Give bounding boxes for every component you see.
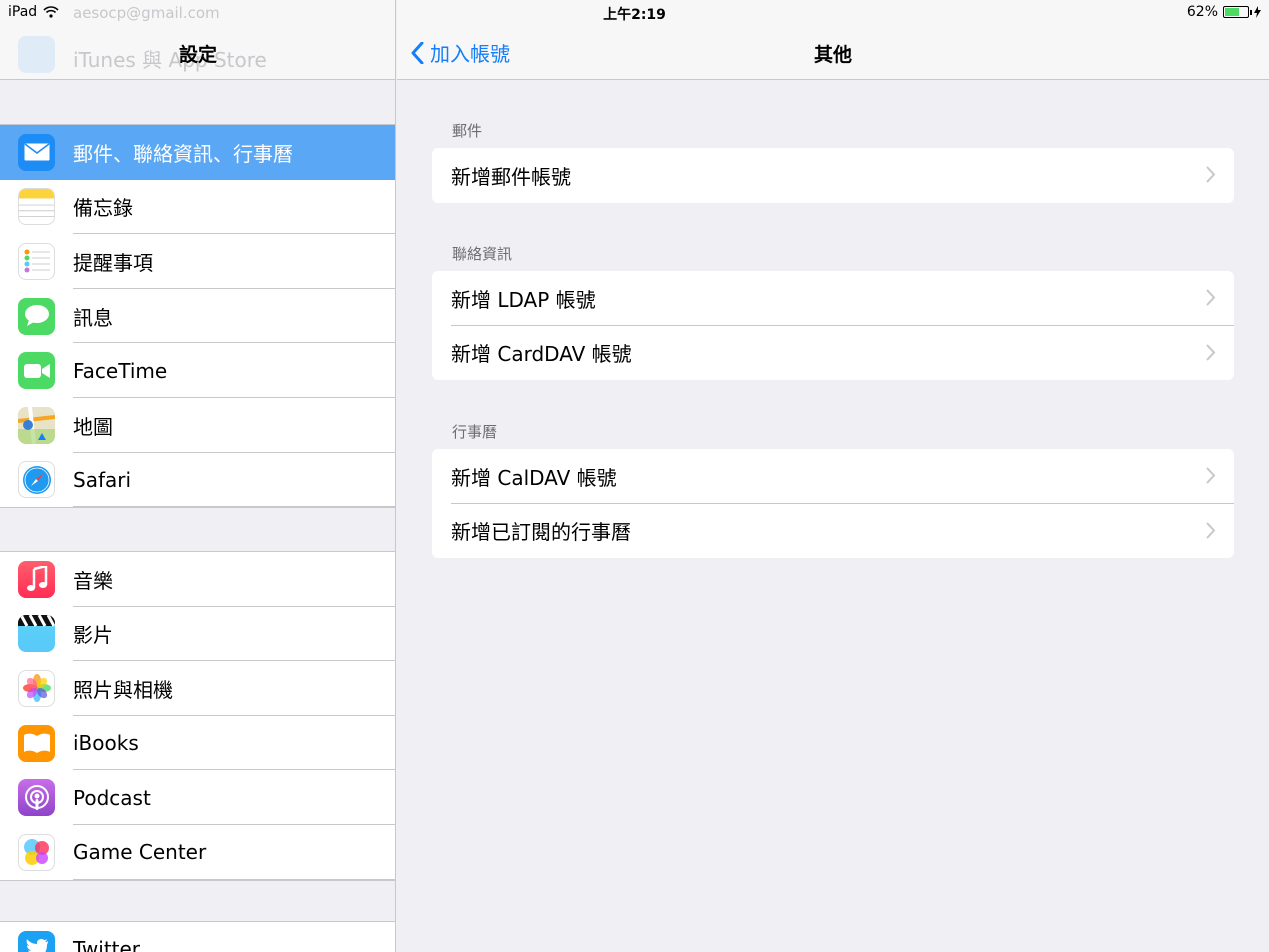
mail-icon: [18, 133, 55, 171]
sidebar-item-label: Podcast: [73, 785, 151, 810]
sidebar-item-label: 音樂: [73, 568, 113, 593]
sidebar-item-label: Game Center: [73, 840, 207, 865]
sidebar-item-label: 照片與相機: [73, 677, 173, 702]
sidebar-item-podcast[interactable]: Podcast: [0, 770, 395, 825]
sidebar-item-label: Twitter: [73, 937, 141, 952]
chevron-right-icon: [1206, 521, 1216, 539]
sidebar-item-game-center[interactable]: Game Center: [0, 825, 395, 880]
sidebar-item-label: 備忘錄: [73, 196, 133, 221]
calendar-section-card: 新增 CalDAV 帳號 新增已訂閱的行事曆: [432, 449, 1234, 558]
messages-icon: [18, 297, 55, 335]
add-mail-account-row[interactable]: 新增郵件帳號: [432, 148, 1234, 203]
row-label: 新增 CardDAV 帳號: [451, 342, 632, 367]
mail-section-card: 新增郵件帳號: [432, 148, 1234, 203]
sidebar-item-label: Safari: [73, 467, 132, 492]
add-subscribed-calendar-row[interactable]: 新增已訂閱的行事曆: [432, 504, 1234, 559]
status-time: 上午2:19: [603, 7, 666, 23]
settings-sidebar: aesocp@gmail.com iTunes 與 App Store 設定 郵…: [0, 0, 396, 952]
safari-icon: [18, 461, 55, 499]
ibooks-icon: [18, 724, 55, 762]
sidebar-item-videos[interactable]: 影片: [0, 607, 395, 662]
sidebar-item-maps[interactable]: 地圖: [0, 398, 395, 453]
add-carddav-account-row[interactable]: 新增 CardDAV 帳號: [432, 326, 1234, 381]
podcast-icon: [18, 779, 55, 817]
sidebar-item-label: 影片: [73, 623, 113, 648]
game-center-icon: [18, 833, 55, 871]
row-label: 新增郵件帳號: [451, 164, 571, 189]
reminders-icon: [18, 242, 55, 280]
videos-icon: [18, 615, 55, 653]
charging-bolt-icon: [1254, 6, 1261, 18]
sidebar-item-facetime[interactable]: FaceTime: [0, 343, 395, 398]
sidebar-item-mail-contacts-calendars[interactable]: 郵件、聯絡資訊、行事曆: [0, 125, 395, 180]
sidebar-item-label: FaceTime: [73, 358, 168, 383]
chevron-right-icon: [1206, 166, 1216, 183]
sidebar-item-ibooks[interactable]: iBooks: [0, 716, 395, 771]
row-label: 新增已訂閱的行事曆: [451, 520, 631, 545]
sidebar-title: 設定: [178, 44, 217, 66]
sidebar-item-reminders[interactable]: 提醒事項: [0, 234, 395, 289]
sidebar-item-twitter[interactable]: Twitter: [0, 922, 395, 952]
sidebar-item-label: 提醒事項: [73, 250, 153, 275]
twitter-icon: [18, 930, 55, 952]
status-bar: iPad 上午2:19 62%: [0, 0, 1269, 26]
sidebar-item-label: 訊息: [73, 305, 113, 330]
chevron-right-icon: [1206, 289, 1216, 306]
sidebar-item-label: iBooks: [73, 731, 139, 756]
photos-icon: [18, 669, 55, 707]
row-label: 新增 LDAP 帳號: [451, 287, 596, 312]
chevron-right-icon: [1206, 343, 1216, 361]
add-caldav-account-row[interactable]: 新增 CalDAV 帳號: [432, 449, 1234, 504]
notes-icon: [18, 188, 55, 226]
section-header-mail: 郵件: [452, 122, 483, 140]
battery-icon: [1223, 6, 1252, 18]
section-header-contacts: 聯絡資訊: [452, 245, 513, 263]
sidebar-item-messages[interactable]: 訊息: [0, 289, 395, 344]
sidebar-item-safari[interactable]: Safari: [0, 453, 395, 508]
sidebar-item-label: 地圖: [73, 414, 113, 439]
row-label: 新增 CalDAV 帳號: [451, 465, 617, 490]
maps-icon: [18, 406, 55, 444]
settings-group-2: 音樂 影片 照片與相機 iBooks Podcast Game Center: [0, 551, 395, 881]
battery-percent: 62%: [1186, 4, 1218, 20]
sidebar-item-label: 郵件、聯絡資訊、行事曆: [73, 141, 293, 166]
detail-pane: 加入帳號 其他 郵件 新增郵件帳號 聯絡資訊 新增 LDAP 帳號 新增 Car…: [397, 0, 1269, 952]
page-title: 其他: [813, 44, 852, 66]
music-icon: [18, 560, 55, 598]
sidebar-item-music[interactable]: 音樂: [0, 552, 395, 607]
facetime-icon: [18, 352, 55, 390]
settings-group-3: Twitter: [0, 921, 395, 952]
sidebar-item-photos-camera[interactable]: 照片與相機: [0, 661, 395, 716]
chevron-right-icon: [1206, 467, 1216, 484]
contacts-section-card: 新增 LDAP 帳號 新增 CardDAV 帳號: [432, 271, 1234, 380]
section-header-calendar: 行事曆: [452, 423, 498, 441]
add-ldap-account-row[interactable]: 新增 LDAP 帳號: [432, 271, 1234, 326]
sidebar-item-notes[interactable]: 備忘錄: [0, 180, 395, 235]
settings-group-1: 郵件、聯絡資訊、行事曆 備忘錄 提醒事項 訊息 FaceTime 地圖 Safa…: [0, 124, 395, 509]
